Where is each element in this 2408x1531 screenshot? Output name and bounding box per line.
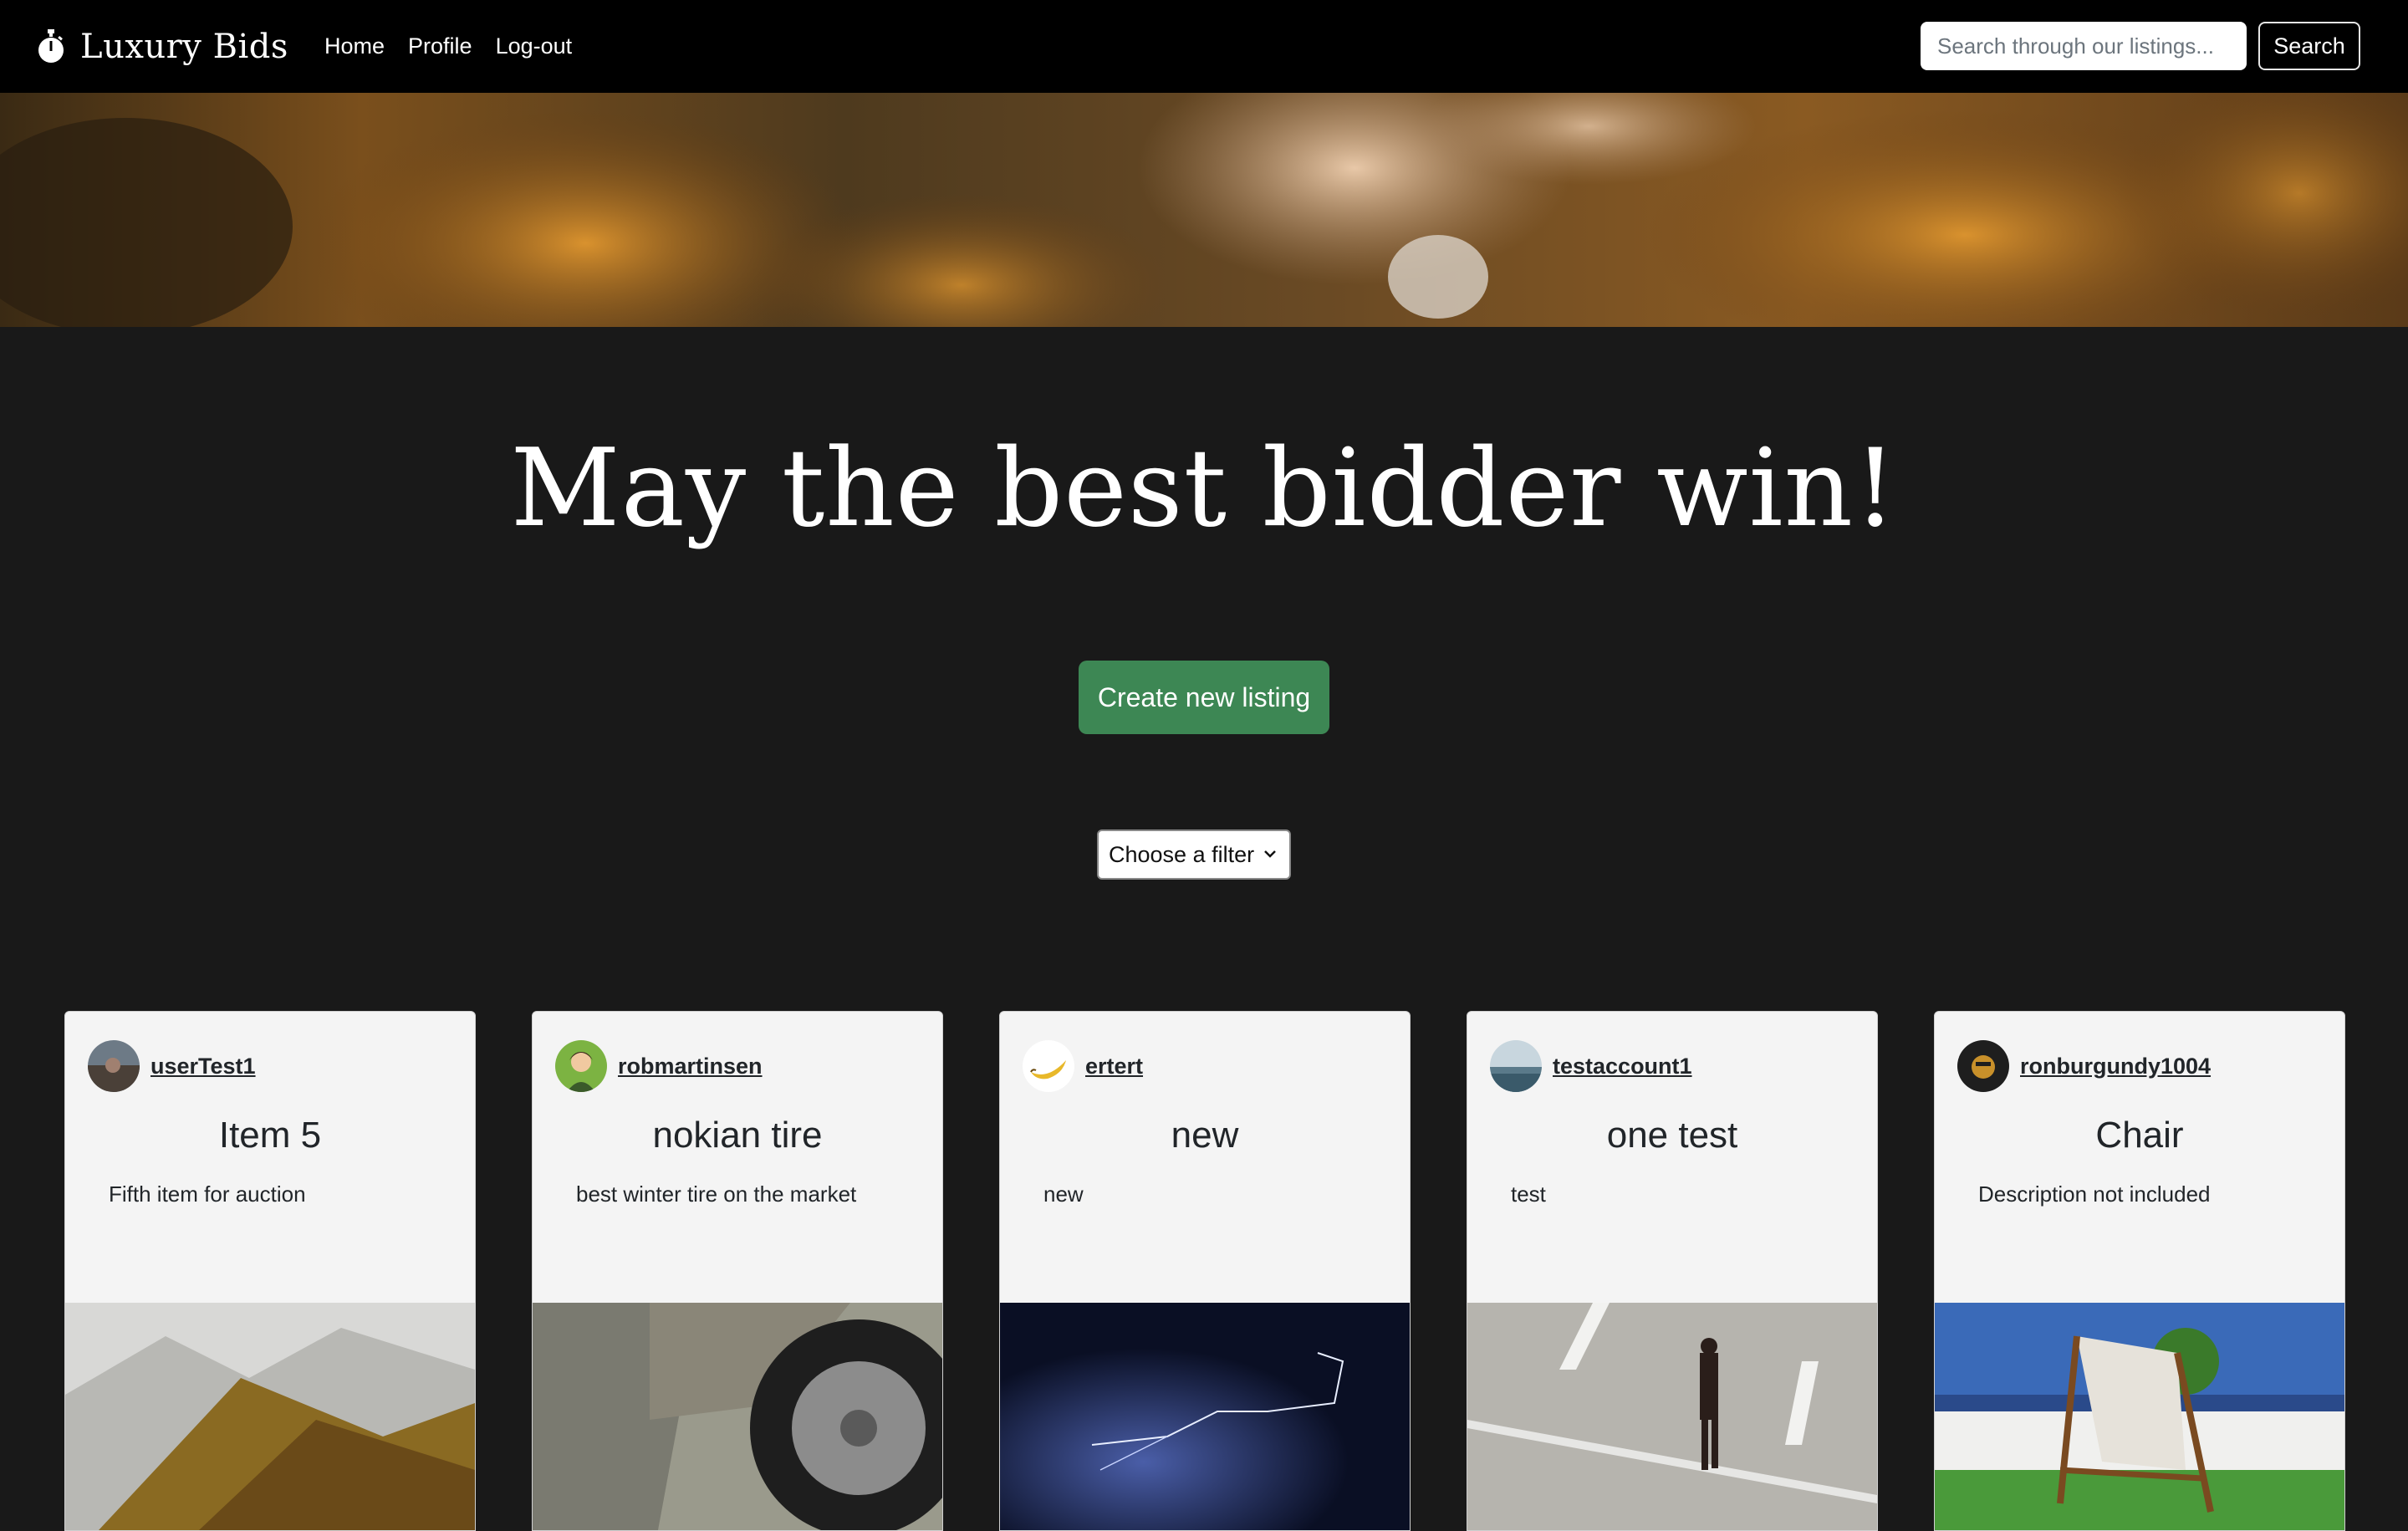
listing-image[interactable] xyxy=(1467,1303,1877,1530)
seller-username-link[interactable]: ronburgundy1004 xyxy=(2020,1054,2211,1079)
nav-profile[interactable]: Profile xyxy=(408,28,472,64)
seller-username-link[interactable]: userTest1 xyxy=(150,1054,256,1079)
listing-title: nokian tire xyxy=(652,1115,823,1156)
listing-image[interactable] xyxy=(533,1303,942,1530)
nav-home[interactable]: Home xyxy=(324,28,385,64)
seller-username-link[interactable]: robmartinsen xyxy=(618,1054,763,1079)
brand-name: Luxury Bids xyxy=(80,28,288,66)
listing-description: test xyxy=(1511,1181,1546,1207)
listing-title: one test xyxy=(1606,1115,1738,1156)
seller-username-link[interactable]: ertert xyxy=(1085,1054,1143,1079)
avatar[interactable] xyxy=(1023,1040,1074,1092)
avatar[interactable] xyxy=(1490,1040,1542,1092)
hero-banner-image xyxy=(0,93,2408,327)
avatar[interactable] xyxy=(555,1040,607,1092)
listing-title: Chair xyxy=(2095,1115,2184,1156)
search-button[interactable]: Search xyxy=(2258,22,2360,70)
listing-card[interactable]: testaccount1 one test test xyxy=(1467,1011,1878,1531)
filter-selected-value: Choose a filter xyxy=(1109,841,1255,867)
listing-title: Item 5 xyxy=(218,1115,322,1156)
listing-card[interactable]: userTest1 Item 5 Fifth item for auction xyxy=(64,1011,476,1531)
filter-select[interactable]: Choose a filter xyxy=(1097,829,1291,880)
stopwatch-icon xyxy=(38,29,64,63)
nav-links: Home Profile Log-out xyxy=(324,28,595,64)
search-input[interactable] xyxy=(1921,22,2247,70)
listing-image[interactable] xyxy=(1000,1303,1410,1530)
brand-logo[interactable]: Luxury Bids xyxy=(37,25,288,69)
listing-description: Description not included xyxy=(1978,1181,2211,1207)
navbar: Luxury Bids Home Profile Log-out Search xyxy=(0,0,2408,93)
page-headline: May the best bidder win! xyxy=(510,426,1898,551)
avatar[interactable] xyxy=(1957,1040,2009,1092)
listing-image[interactable] xyxy=(1935,1303,2344,1530)
listing-description: new xyxy=(1043,1181,1084,1207)
listing-title: new xyxy=(1171,1115,1239,1156)
listing-description: best winter tire on the market xyxy=(576,1181,857,1207)
listing-card[interactable]: ronburgundy1004 Chair Description not in… xyxy=(1934,1011,2345,1531)
create-listing-button[interactable]: Create new listing xyxy=(1079,661,1329,734)
listing-image[interactable] xyxy=(65,1303,475,1530)
avatar[interactable] xyxy=(88,1040,140,1092)
listing-card[interactable]: ertert new new xyxy=(999,1011,1411,1531)
listing-card[interactable]: robmartinsen nokian tire best winter tir… xyxy=(532,1011,943,1531)
seller-username-link[interactable]: testaccount1 xyxy=(1553,1054,1692,1079)
nav-logout[interactable]: Log-out xyxy=(496,28,573,64)
chevron-down-icon xyxy=(1264,850,1276,858)
listing-description: Fifth item for auction xyxy=(109,1181,306,1207)
